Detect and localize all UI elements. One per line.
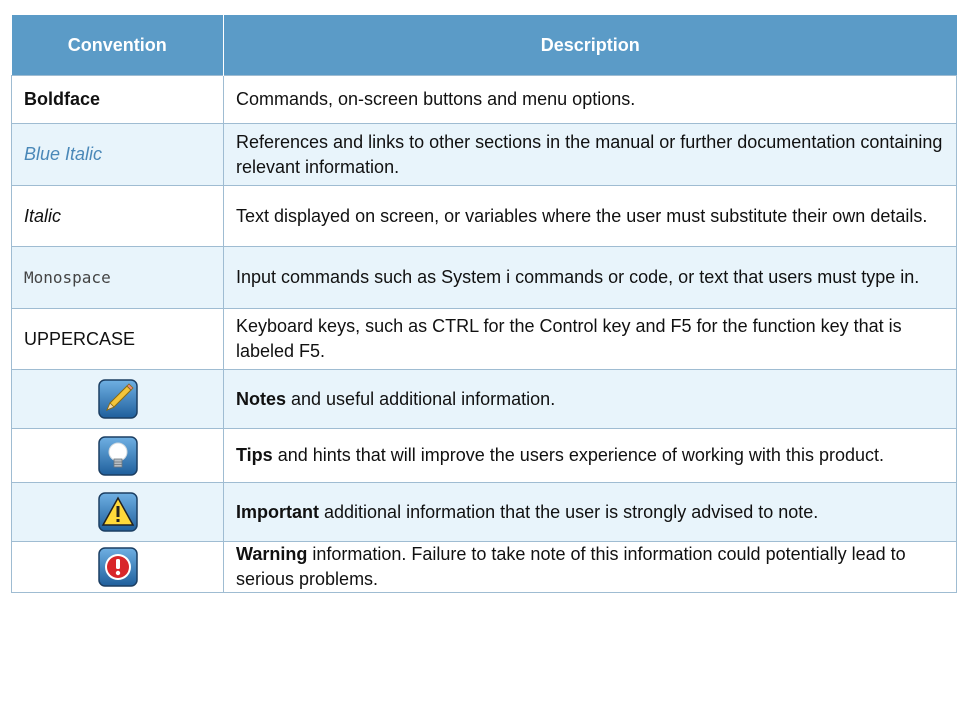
table-row: Notes and useful additional information. [11, 369, 957, 429]
description-cell: Notes and useful additional information. [223, 369, 957, 429]
warning-icon [97, 492, 138, 532]
table-row: Boldface Commands, on-screen buttons and… [11, 75, 957, 124]
lightbulb-icon [97, 435, 138, 476]
convention-boldface: Boldface [11, 75, 224, 124]
important-term: Important [236, 501, 319, 522]
conventions-table-wrapper: Convention Description Boldface Commands… [11, 15, 957, 593]
note-description: and useful additional information. [286, 388, 556, 409]
warning-term: Warning [236, 544, 308, 564]
table-header-row: Convention Description [11, 15, 957, 76]
icon-cell [11, 541, 224, 593]
note-term: Notes [236, 388, 287, 409]
icon-cell [11, 369, 224, 429]
icon-cell [11, 428, 224, 483]
header-description: Description [223, 15, 957, 76]
table-row: Warning information. Failure to take not… [11, 541, 957, 593]
header-convention: Convention [11, 15, 224, 76]
description-cell: Warning information. Failure to take not… [223, 541, 957, 593]
convention-monospace: Monospace [11, 246, 224, 309]
warning-description: information. Failure to take note of thi… [236, 544, 906, 589]
description-cell: Tips and hints that will improve the use… [223, 428, 957, 483]
convention-uppercase: UPPERCASE [11, 308, 224, 370]
table-row: UPPERCASE Keyboard keys, such as CTRL fo… [11, 308, 957, 370]
conventions-table: Convention Description Boldface Commands… [11, 15, 957, 593]
table-row: Tips and hints that will improve the use… [11, 428, 957, 483]
important-description: additional information that the user is … [319, 501, 819, 522]
table-row: Monospace Input commands such as System … [11, 246, 957, 309]
convention-blue-italic: Blue Italic [11, 123, 224, 186]
pencil-icon [97, 379, 138, 419]
convention-italic: Italic [11, 185, 224, 247]
description-cell: Commands, on-screen buttons and menu opt… [223, 75, 957, 124]
description-cell: Text displayed on screen, or variables w… [223, 185, 957, 247]
table-row: Italic Text displayed on screen, or vari… [11, 185, 957, 247]
icon-cell [11, 482, 224, 542]
tip-term: Tips [236, 445, 273, 465]
description-cell: References and links to other sections i… [223, 123, 957, 186]
description-cell: Keyboard keys, such as CTRL for the Cont… [223, 308, 957, 370]
table-row: Important additional information that th… [11, 482, 957, 542]
description-cell: Input commands such as System i commands… [223, 246, 957, 309]
tip-description: and hints that will improve the users ex… [272, 445, 884, 465]
exclamation-icon [97, 547, 138, 587]
description-cell: Important additional information that th… [223, 482, 957, 542]
table-row: Blue Italic References and links to othe… [11, 123, 957, 186]
